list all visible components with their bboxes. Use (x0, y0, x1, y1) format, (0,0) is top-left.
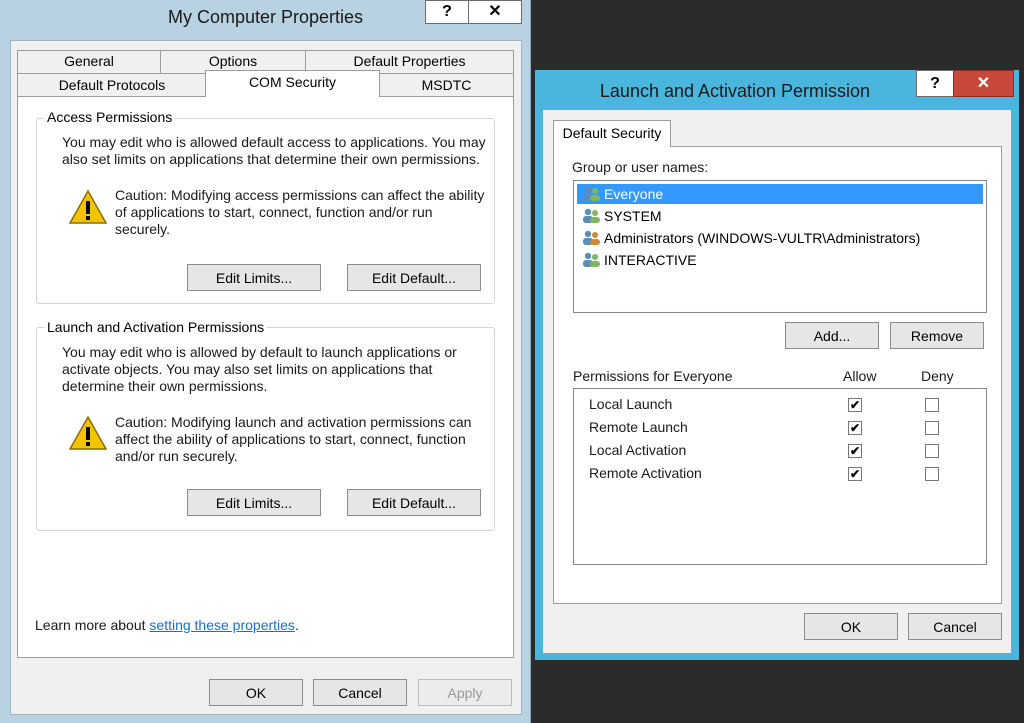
access-desc-line1: You may edit who is allowed default acce… (62, 134, 486, 150)
tab-general[interactable]: General (17, 50, 161, 73)
warning-icon (68, 189, 108, 224)
access-caution-line3: securely. (115, 221, 170, 237)
user-name: Administrators (WINDOWS-VULTR\Administra… (604, 230, 921, 246)
permission-name: Remote Activation (589, 465, 702, 481)
local-launch-allow-checkbox[interactable]: ✔ (848, 398, 862, 412)
access-caution-line2: of applications to start, connect, funct… (115, 204, 433, 220)
dialog2-title: Launch and Activation Permission (599, 81, 871, 101)
user-group-icon (583, 208, 600, 223)
tab-default-protocols[interactable]: Default Protocols (17, 73, 207, 97)
access-edit-default-button[interactable]: Edit Default... (347, 264, 481, 291)
permissions-list: Local Launch ✔ Remote Launch ✔ Local Act… (573, 388, 987, 565)
tab-msdtc[interactable]: MSDTC (379, 73, 514, 97)
dialog1-apply-button[interactable]: Apply (418, 679, 512, 706)
dialog2-close-button[interactable]: ✕ (953, 70, 1014, 97)
permission-name: Local Launch (589, 396, 673, 412)
launch-desc-line1: You may edit who is allowed by default t… (62, 344, 457, 360)
user-name: SYSTEM (604, 208, 662, 224)
remove-user-button[interactable]: Remove (890, 322, 984, 349)
permission-name: Local Activation (589, 442, 687, 458)
access-desc-line2: also set limits on applications that det… (62, 151, 480, 167)
learn-more-text: Learn more about setting these propertie… (35, 617, 299, 634)
remote-activation-allow-checkbox[interactable]: ✔ (848, 467, 862, 481)
launch-caution-line2: affect the ability of applications to st… (115, 431, 466, 447)
remote-launch-deny-checkbox[interactable] (925, 421, 939, 435)
user-row-administrators[interactable]: Administrators (WINDOWS-VULTR\Administra… (577, 228, 983, 248)
launch-edit-default-button[interactable]: Edit Default... (347, 489, 481, 516)
allow-column-header: Allow (843, 368, 877, 384)
remote-launch-allow-checkbox[interactable]: ✔ (848, 421, 862, 435)
user-row-interactive[interactable]: INTERACTIVE (577, 250, 983, 270)
launch-caution-line3: and/or run securely. (115, 448, 238, 464)
user-row-everyone[interactable]: Everyone (577, 184, 983, 204)
setting-these-properties-link[interactable]: setting these properties (149, 617, 295, 633)
access-permissions-title: Access Permissions (44, 109, 176, 125)
remote-activation-deny-checkbox[interactable] (925, 467, 939, 481)
launch-desc-line3: determine their own permissions. (62, 378, 268, 394)
add-user-button[interactable]: Add... (785, 322, 879, 349)
local-launch-deny-checkbox[interactable] (925, 398, 939, 412)
dialog2-help-button[interactable]: ? (916, 70, 954, 97)
launch-caution-line1: Caution: Modifying launch and activation… (115, 414, 472, 430)
tab-com-security[interactable]: COM Security (205, 70, 380, 97)
user-name: INTERACTIVE (604, 252, 697, 268)
access-edit-limits-button[interactable]: Edit Limits... (187, 264, 321, 291)
com-security-panel: Access Permissions You may edit who is a… (17, 96, 514, 658)
permission-name: Remote Launch (589, 419, 688, 435)
user-list[interactable]: Everyone SYSTEM Administrators (WINDOWS-… (573, 180, 987, 313)
permissions-for-label: Permissions for Everyone (573, 368, 733, 384)
launch-desc-line2: activate objects. You may also set limit… (62, 361, 433, 377)
dialog1-ok-button[interactable]: OK (209, 679, 303, 706)
user-group-icon (583, 252, 600, 267)
launch-edit-limits-button[interactable]: Edit Limits... (187, 489, 321, 516)
dialog1-cancel-button[interactable]: Cancel (313, 679, 407, 706)
learn-more-prefix: Learn more about (35, 617, 150, 633)
group-or-user-names-label: Group or user names: (572, 159, 709, 175)
dialog1-help-button[interactable]: ? (425, 0, 469, 24)
launch-activation-title: Launch and Activation Permissions (44, 319, 268, 335)
user-group-icon (583, 230, 600, 245)
dialog2-ok-button[interactable]: OK (804, 613, 898, 640)
learn-more-suffix: . (294, 617, 299, 633)
deny-column-header: Deny (921, 368, 954, 384)
local-activation-deny-checkbox[interactable] (925, 444, 939, 458)
dialog2-cancel-button[interactable]: Cancel (908, 613, 1002, 640)
user-name: Everyone (604, 186, 664, 202)
tab-default-security[interactable]: Default Security (553, 120, 671, 147)
warning-icon (68, 415, 108, 450)
dialog1-close-button[interactable]: ✕ (468, 0, 522, 24)
local-activation-allow-checkbox[interactable]: ✔ (848, 444, 862, 458)
access-caution-line1: Caution: Modifying access permissions ca… (115, 187, 485, 203)
user-row-system[interactable]: SYSTEM (577, 206, 983, 226)
user-group-icon (583, 186, 600, 201)
default-security-panel: Group or user names: Everyone SYSTEM Adm… (553, 146, 1002, 604)
